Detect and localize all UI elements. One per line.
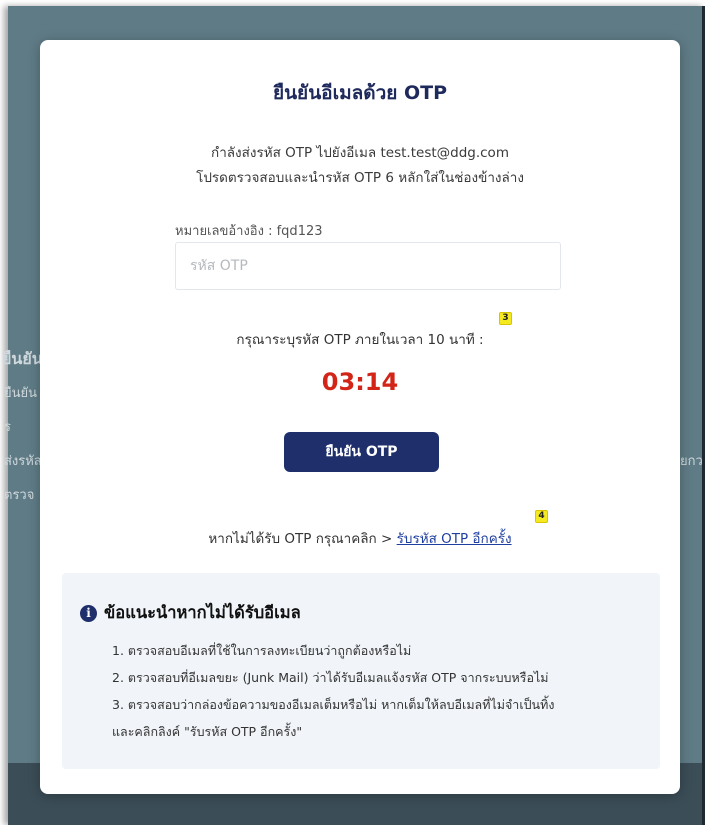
tip-item: 2. ตรวจสอบที่อีเมลขยะ (Junk Mail) ว่าได้… (112, 670, 549, 685)
otp-modal: ยืนยันอีเมลด้วย OTP กำลังส่งรหัส OTP ไปย… (40, 40, 680, 794)
tips-panel: i ข้อแนะนำหากไม่ได้รับอีเมล 1. ตรวจสอบอี… (62, 573, 660, 769)
tip-item: 1. ตรวจสอบอีเมลที่ใช้ในการลงทะเบียนว่าถู… (112, 643, 412, 658)
annotation-badge: 3 (499, 312, 512, 325)
info-icon: i (80, 604, 97, 622)
confirm-otp-button[interactable]: ยืนยัน OTP (284, 432, 439, 472)
resend-prompt: หากไม่ได้รับ OTP กรุณาคลิก > (208, 531, 393, 547)
instruction-text: โปรดตรวจสอบและนำรหัส OTP 6 หลักใส่ในช่อง… (196, 170, 524, 186)
modal-title: ยืนยันอีเมลด้วย OTP (272, 82, 448, 104)
sending-notice: กำลังส่งรหัส OTP ไปยังอีเมล test.test@dd… (211, 145, 509, 161)
tips-heading: i ข้อแนะนำหากไม่ได้รับอีเมล (80, 600, 301, 626)
resend-otp-link[interactable]: รับรหัส OTP อีกครั้ง (397, 531, 512, 547)
tip-item: 3. ตรวจสอบว่ากล่องข้อความของอีเมลเต็มหรื… (112, 697, 555, 712)
timer-label: กรุณาระบุรหัส OTP ภายในเวลา 10 นาที : (236, 332, 484, 348)
countdown-timer: 03:14 (321, 368, 399, 396)
tips-heading-text: ข้อแนะนำหากไม่ได้รับอีเมล (104, 603, 301, 622)
backdrop-text: ร (4, 420, 11, 435)
backdrop-text: ตรวจ (4, 488, 35, 503)
tip-item: และคลิกลิงค์ "รับรหัส OTP อีกครั้ง" (112, 724, 303, 739)
annotation-badge: 4 (535, 510, 548, 523)
reference-number: หมายเลขอ้างอิง : fqd123 (175, 224, 323, 239)
backdrop-text: ยืนยัน (4, 386, 38, 401)
resend-row: หากไม่ได้รับ OTP กรุณาคลิก > รับรหัส OTP… (40, 527, 680, 549)
otp-input[interactable] (175, 242, 561, 290)
backdrop-text: ส่งรหัส (4, 454, 42, 469)
backdrop-text-right: ยกว (680, 454, 703, 469)
